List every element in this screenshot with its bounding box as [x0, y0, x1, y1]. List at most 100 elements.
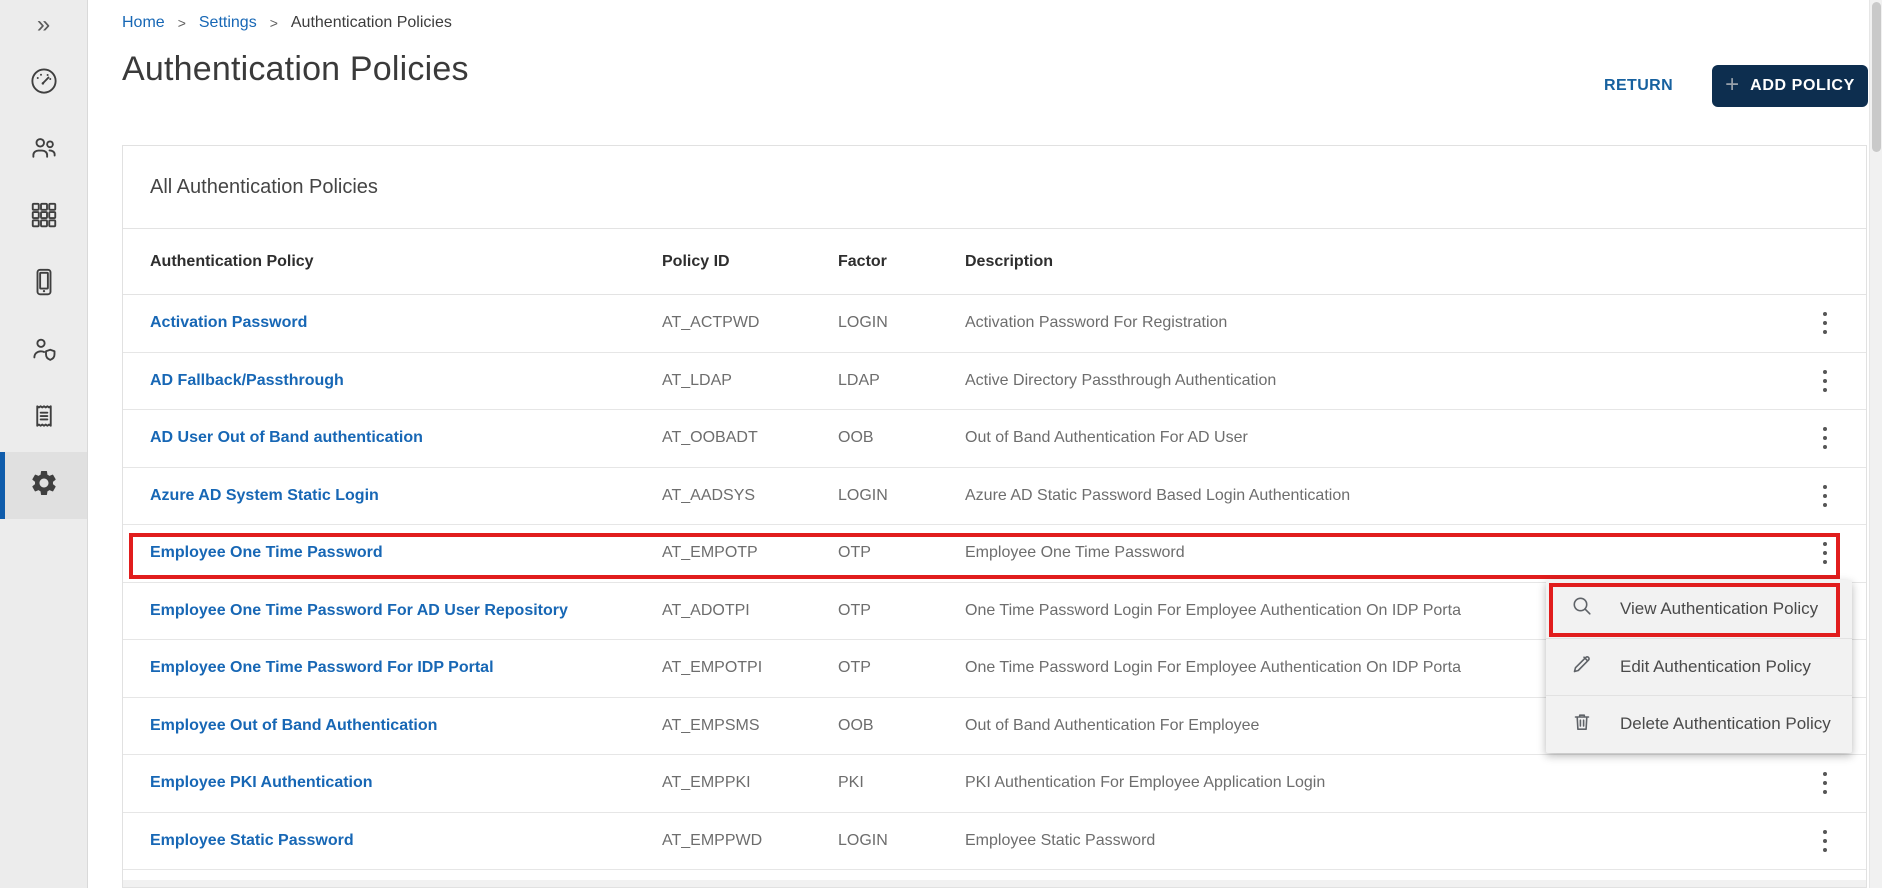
policy-id: AT_EMPSMS: [662, 716, 760, 734]
policy-link[interactable]: Employee One Time Password For IDP Porta…: [150, 659, 494, 677]
add-policy-label: ADD POLICY: [1750, 77, 1855, 94]
policy-description: Employee Static Password: [965, 831, 1156, 849]
table-footer-strip: [123, 880, 1866, 887]
policy-id: AT_EMPOTPI: [662, 659, 763, 677]
context-menu-label: Edit Authentication Policy: [1620, 656, 1811, 676]
authentication-policies-page: » Home > Settings > Authentication Polic…: [0, 0, 1882, 888]
policy-link[interactable]: Employee One Time Password: [150, 544, 383, 562]
table-header-row: Authentication Policy Policy ID Factor D…: [123, 229, 1866, 295]
trash-icon: [1570, 710, 1594, 739]
policy-link[interactable]: Employee Static Password: [150, 832, 354, 850]
breadcrumb-settings[interactable]: Settings: [199, 14, 257, 32]
policy-link[interactable]: Employee One Time Password For AD User R…: [150, 602, 568, 620]
column-header-authentication-policy: Authentication Policy: [150, 252, 314, 270]
users-icon: [29, 133, 59, 168]
policy-factor: PKI: [838, 774, 864, 792]
policy-factor: OTP: [838, 659, 871, 677]
applications-icon: [29, 200, 59, 235]
add-policy-button[interactable]: + ADD POLICY: [1712, 65, 1868, 107]
policy-factor: OTP: [838, 544, 871, 562]
sidebar-item-dashboard[interactable]: [0, 50, 87, 117]
card-title: All Authentication Policies: [123, 146, 1866, 229]
context-menu-item-delete[interactable]: Delete Authentication Policy: [1546, 695, 1852, 753]
breadcrumb-separator-icon: >: [269, 15, 278, 31]
policy-description: Out of Band Authentication For AD User: [965, 429, 1248, 447]
breadcrumb: Home > Settings > Authentication Policie…: [122, 14, 452, 32]
devices-icon: [29, 267, 59, 302]
policy-link[interactable]: AD Fallback/Passthrough: [150, 372, 344, 390]
table-row: Activation Password AT_ACTPWD LOGIN Activat…: [123, 295, 1866, 353]
policy-description: Active Directory Passthrough Authenticat…: [965, 371, 1277, 389]
sidebar-item-devices[interactable]: [0, 251, 87, 318]
policy-description: Azure AD Static Password Based Login Aut…: [965, 486, 1351, 504]
column-header-description: Description: [965, 252, 1054, 270]
policy-factor: LDAP: [838, 371, 880, 389]
row-actions-kebab-icon[interactable]: [1812, 410, 1838, 467]
policy-description: One Time Password Login For Employee Aut…: [965, 659, 1461, 677]
policy-description: One Time Password Login For Employee Aut…: [965, 601, 1461, 619]
breadcrumb-separator-icon: >: [177, 15, 186, 31]
context-menu-item-view[interactable]: View Authentication Policy: [1546, 580, 1852, 638]
settings-icon: [29, 468, 59, 503]
double-chevron-right-icon: »: [36, 11, 51, 38]
policy-link[interactable]: Activation Password: [150, 314, 307, 332]
policy-factor: OTP: [838, 601, 871, 619]
row-actions-context-menu: View Authentication Policy Edit Authentic…: [1546, 580, 1852, 753]
context-menu-label: View Authentication Policy: [1620, 598, 1819, 618]
row-actions-kebab-icon[interactable]: [1812, 353, 1838, 410]
policy-link[interactable]: Employee Out of Band Authentication: [150, 717, 437, 735]
context-menu-label: Delete Authentication Policy: [1620, 714, 1831, 734]
page-title: Authentication Policies: [122, 50, 469, 88]
table-row: Employee One Time Password AT_EMPOTP OTP Em…: [123, 525, 1866, 583]
policy-factor: LOGIN: [838, 486, 888, 504]
user-security-icon: [29, 334, 59, 369]
column-header-factor: Factor: [838, 252, 887, 270]
row-actions-kebab-icon[interactable]: [1812, 525, 1838, 582]
policy-description: Out of Band Authentication For Employee: [965, 716, 1260, 734]
row-actions-kebab-icon[interactable]: [1812, 295, 1838, 352]
sidebar-collapse-button[interactable]: »: [0, 0, 87, 50]
policy-id: AT_OOBADT: [662, 429, 758, 447]
row-actions-kebab-icon[interactable]: [1812, 813, 1838, 870]
policy-description: Employee One Time Password: [965, 544, 1185, 562]
policy-link[interactable]: Azure AD System Static Login: [150, 487, 379, 505]
table-row: Employee PKI Authentication AT_EMPPKI PKI P…: [123, 755, 1866, 813]
context-menu-item-edit[interactable]: Edit Authentication Policy: [1546, 637, 1852, 696]
scrollbar-thumb[interactable]: [1872, 2, 1881, 152]
sidebar-item-user-security[interactable]: [0, 318, 87, 385]
policy-description: Activation Password For Registration: [965, 314, 1228, 332]
policy-link[interactable]: Employee PKI Authentication: [150, 774, 373, 792]
policy-id: AT_AADSYS: [662, 486, 756, 504]
sidebar-item-settings[interactable]: [0, 452, 87, 519]
row-actions-kebab-icon[interactable]: [1812, 468, 1838, 525]
sidebar: »: [0, 0, 88, 888]
table-row: AD User Out of Band authentication AT_OOB…: [123, 410, 1866, 468]
reports-icon: [29, 401, 59, 436]
breadcrumb-home[interactable]: Home: [122, 14, 165, 32]
sidebar-item-users[interactable]: [0, 117, 87, 184]
policy-id: AT_EMPPKI: [662, 774, 751, 792]
policy-description: PKI Authentication For Employee Applicat…: [965, 774, 1326, 792]
policy-link[interactable]: AD User Out of Band authentication: [150, 429, 423, 447]
sidebar-item-reports[interactable]: [0, 385, 87, 452]
sidebar-item-applications[interactable]: [0, 184, 87, 251]
policy-factor: LOGIN: [838, 314, 888, 332]
pencil-icon: [1570, 652, 1594, 681]
table-row: Azure AD System Static Login AT_AADSYS LOG…: [123, 467, 1866, 525]
dashboard-icon: [29, 66, 59, 101]
row-actions-kebab-icon[interactable]: [1812, 755, 1838, 812]
vertical-scrollbar[interactable]: [1869, 0, 1882, 888]
table-row: AD Fallback/Passthrough AT_LDAP LDAP Active…: [123, 352, 1866, 410]
return-button[interactable]: RETURN: [1604, 65, 1673, 107]
policy-factor: LOGIN: [838, 831, 888, 849]
policy-factor: OOB: [838, 716, 874, 734]
policies-card: All Authentication Policies Authenticati…: [122, 145, 1867, 888]
policy-id: AT_LDAP: [662, 371, 732, 389]
policy-id: AT_ADOTPI: [662, 601, 750, 619]
policy-factor: OOB: [838, 429, 874, 447]
search-icon: [1570, 594, 1594, 623]
table-row: Employee Static Password AT_EMPPWD LOGIN Em…: [123, 812, 1866, 870]
breadcrumb-current: Authentication Policies: [290, 14, 452, 31]
policy-id: AT_EMPPWD: [662, 831, 763, 849]
column-header-policy-id: Policy ID: [662, 252, 730, 270]
